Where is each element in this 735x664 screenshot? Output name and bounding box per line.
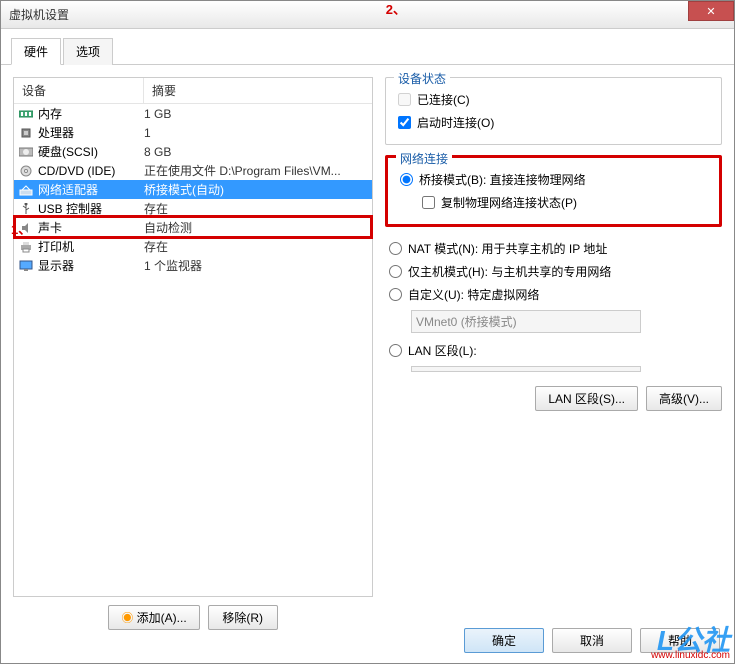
tab-options[interactable]: 选项 <box>63 38 113 65</box>
network-connection-title: 网络连接 <box>396 150 452 167</box>
device-row-display[interactable]: 显示器 1 个监视器 <box>14 256 372 275</box>
dialog-body: 1、 设备 摘要 内存 1 GB 处理器 1 硬盘(SCSI) 8 GB <box>1 65 734 645</box>
right-buttons: LAN 区段(S)... 高级(V)... <box>385 386 722 411</box>
list-header: 设备 摘要 <box>14 78 372 104</box>
custom-radio[interactable]: 自定义(U): 特定虚拟网络 <box>389 283 718 306</box>
cd-icon <box>18 164 34 178</box>
nat-radio[interactable]: NAT 模式(N): 用于共享主机的 IP 地址 <box>389 237 718 260</box>
device-status-title: 设备状态 <box>394 70 450 87</box>
hostonly-radio[interactable]: 仅主机模式(H): 与主机共享的专用网络 <box>389 260 718 283</box>
connect-on-start-checkbox[interactable]: 启动时连接(O) <box>398 111 709 134</box>
device-row-hdd[interactable]: 硬盘(SCSI) 8 GB <box>14 142 372 161</box>
bridged-radio[interactable]: 桥接模式(B): 直接连接物理网络 <box>400 168 707 191</box>
close-icon[interactable]: ✕ <box>688 1 734 21</box>
other-network-options: NAT 模式(N): 用于共享主机的 IP 地址 仅主机模式(H): 与主机共享… <box>385 237 722 372</box>
connected-checkbox[interactable]: 已连接(C) <box>398 88 709 111</box>
annotation-2: 2、 <box>386 0 406 18</box>
window-title: 虚拟机设置 <box>9 6 69 23</box>
usb-icon <box>18 202 34 216</box>
device-row-cpu[interactable]: 处理器 1 <box>14 123 372 142</box>
device-status-group: 设备状态 已连接(C) 启动时连接(O) <box>385 77 722 145</box>
lanseg-select[interactable] <box>411 366 641 372</box>
left-buttons: ◉ 添加(A)... 移除(R) <box>13 605 373 630</box>
device-row-memory[interactable]: 内存 1 GB <box>14 104 372 123</box>
right-pane: 2、 设备状态 已连接(C) 启动时连接(O) 网络连接 桥接模式(B): 直接… <box>385 77 722 633</box>
network-connection-group: 网络连接 桥接模式(B): 直接连接物理网络 复制物理网络连接状态(P) <box>385 155 722 227</box>
left-pane: 1、 设备 摘要 内存 1 GB 处理器 1 硬盘(SCSI) 8 GB <box>13 77 373 633</box>
remove-button[interactable]: 移除(R) <box>208 605 278 630</box>
titlebar[interactable]: 虚拟机设置 ✕ <box>1 1 734 29</box>
network-icon <box>18 183 34 197</box>
vm-settings-window: 虚拟机设置 ✕ 硬件 选项 1、 设备 摘要 内存 1 GB 处理器 1 <box>0 0 735 664</box>
device-row-printer[interactable]: 打印机 存在 <box>14 237 372 256</box>
col-summary[interactable]: 摘要 <box>144 78 372 103</box>
device-row-usb[interactable]: USB 控制器 存在 <box>14 199 372 218</box>
lanseg-radio[interactable]: LAN 区段(L): <box>389 339 718 362</box>
add-button[interactable]: ◉ 添加(A)... <box>108 605 199 630</box>
replicate-checkbox[interactable]: 复制物理网络连接状态(P) <box>422 191 707 214</box>
printer-icon <box>18 240 34 254</box>
ok-button[interactable]: 确定 <box>464 628 544 653</box>
advanced-button[interactable]: 高级(V)... <box>646 386 722 411</box>
custom-network-select[interactable]: VMnet0 (桥接模式) <box>411 310 641 333</box>
cpu-icon <box>18 126 34 140</box>
annotation-1: 1、 <box>11 219 31 238</box>
col-device[interactable]: 设备 <box>14 78 144 103</box>
tab-bar: 硬件 选项 <box>1 29 734 65</box>
device-row-cd[interactable]: CD/DVD (IDE) 正在使用文件 D:\Program Files\VM.… <box>14 161 372 180</box>
cancel-button[interactable]: 取消 <box>552 628 632 653</box>
device-row-network[interactable]: 网络适配器 桥接模式(自动) <box>14 180 372 199</box>
ram-icon <box>18 107 34 121</box>
watermark-url: www.linuxidc.com <box>651 650 730 661</box>
lan-segments-button[interactable]: LAN 区段(S)... <box>535 386 638 411</box>
device-row-sound[interactable]: 声卡 自动检测 <box>14 218 372 237</box>
tab-hardware[interactable]: 硬件 <box>11 38 61 65</box>
device-list: 设备 摘要 内存 1 GB 处理器 1 硬盘(SCSI) 8 GB CD/DVD… <box>13 77 373 597</box>
display-icon <box>18 259 34 273</box>
hdd-icon <box>18 145 34 159</box>
